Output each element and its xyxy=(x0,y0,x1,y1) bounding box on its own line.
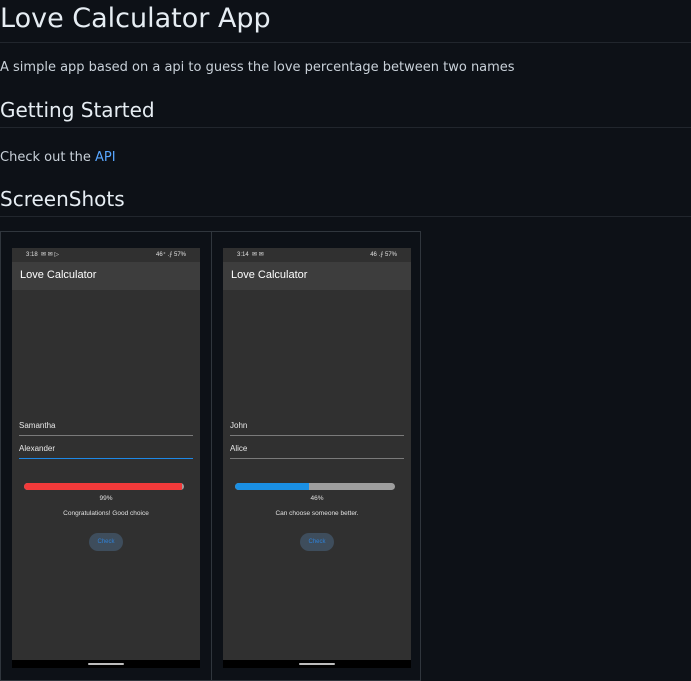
name1-value: Samantha xyxy=(19,421,56,430)
name1-value: John xyxy=(230,421,248,430)
nav-bar xyxy=(12,660,200,668)
api-link[interactable]: API xyxy=(95,150,116,165)
name2-value: Alexander xyxy=(19,444,56,453)
name2-field[interactable]: Alice xyxy=(230,444,404,459)
percentage-text: 46% xyxy=(310,495,324,502)
home-indicator[interactable] xyxy=(299,663,335,665)
name2-value: Alice xyxy=(230,444,248,453)
app-bar: Love Calculator xyxy=(12,262,200,290)
notification-icons: ✉ ✉ xyxy=(252,252,264,258)
title-divider xyxy=(0,42,691,43)
status-bar: 3:18 ✉ ✉ ▷ 46⁺ .⨍ 57% xyxy=(12,248,200,262)
love-progress-bar xyxy=(235,483,395,490)
result-message: Congratulations! Good choice xyxy=(63,510,149,517)
love-progress-bar xyxy=(24,483,184,490)
love-progress-fill xyxy=(24,483,183,490)
name1-field[interactable]: John xyxy=(230,421,404,436)
screenshots-heading: ScreenShots xyxy=(0,187,125,211)
check-out-text: Check out the xyxy=(0,150,91,165)
getting-started-heading: Getting Started xyxy=(0,98,155,122)
screenshots-divider xyxy=(0,216,691,217)
status-right-icons: 46⁺ .⨍ 57% xyxy=(156,252,186,258)
getting-started-divider xyxy=(0,127,691,128)
table-column-divider xyxy=(211,232,212,680)
app-title: Love Calculator xyxy=(231,269,308,281)
status-left: 3:14 ✉ ✉ xyxy=(237,248,264,262)
status-time: 3:18 xyxy=(26,252,38,258)
screenshot-2: 3:14 ✉ ✉ 46 .⨍ 57% Love Calculator John … xyxy=(223,248,411,668)
name2-field[interactable]: Alexander xyxy=(19,444,193,459)
home-indicator[interactable] xyxy=(88,663,124,665)
status-left: 3:18 ✉ ✉ ▷ xyxy=(26,248,59,262)
readme-title: Love Calculator App xyxy=(0,3,271,34)
result-message: Can choose someone better. xyxy=(275,510,359,517)
status-bar: 3:14 ✉ ✉ 46 .⨍ 57% xyxy=(223,248,411,262)
check-button[interactable]: Check xyxy=(300,533,334,551)
app-bar: Love Calculator xyxy=(223,262,411,290)
love-progress-fill xyxy=(235,483,309,490)
nav-bar xyxy=(223,660,411,668)
check-out-line: Check out the API xyxy=(0,149,116,167)
check-button[interactable]: Check xyxy=(89,533,123,551)
readme-description: A simple app based on a api to guess the… xyxy=(0,60,515,75)
screenshot-1: 3:18 ✉ ✉ ▷ 46⁺ .⨍ 57% Love Calculator Sa… xyxy=(12,248,200,668)
app-title: Love Calculator xyxy=(20,269,97,281)
status-right-icons: 46 .⨍ 57% xyxy=(370,252,397,258)
percentage-text: 99% xyxy=(99,495,113,502)
notification-icons: ✉ ✉ ▷ xyxy=(41,252,60,258)
name1-field[interactable]: Samantha xyxy=(19,421,193,436)
status-time: 3:14 xyxy=(237,252,249,258)
